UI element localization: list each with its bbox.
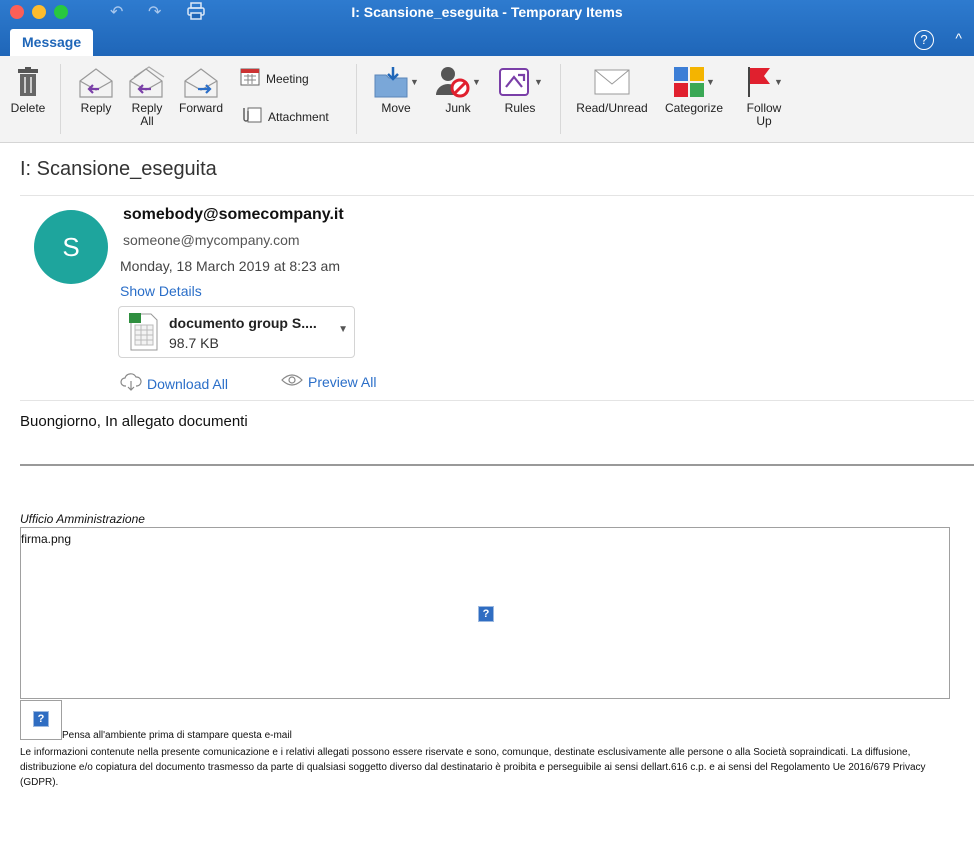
trash-icon <box>6 62 50 102</box>
preview-all-link[interactable]: Preview All <box>281 373 376 390</box>
collapse-ribbon-button[interactable]: ^ <box>955 30 962 46</box>
window-title: I: Scansione_eseguita - Temporary Items <box>351 4 623 20</box>
delete-label: Delete <box>10 101 46 115</box>
ribbon-separator <box>560 64 561 134</box>
attachment-name: documento group S.... <box>169 315 317 331</box>
cloud-download-icon <box>120 373 142 394</box>
delete-button[interactable]: Delete <box>6 62 50 115</box>
ribbon-separator <box>60 64 61 134</box>
download-all-link[interactable]: Download All <box>120 373 228 394</box>
envelope-icon <box>570 62 654 102</box>
move-label: Move <box>381 101 411 115</box>
categorize-button[interactable]: ▼ Categorize <box>658 62 730 115</box>
reply-button[interactable]: Reply <box>74 62 118 115</box>
broken-image-frame-small: ? <box>20 700 62 740</box>
environment-note: Pensa all'ambiente prima di stampare que… <box>62 730 292 741</box>
image-alt-text: firma.png <box>21 532 72 546</box>
flag-icon: ▼ <box>738 62 790 102</box>
message-date: Monday, 18 March 2019 at 8:23 am <box>120 258 340 274</box>
missing-image-icon: ? <box>478 606 494 622</box>
forward-icon <box>174 62 228 102</box>
ribbon-toolbar: Delete Reply Reply All Forward Meeting A… <box>0 56 974 143</box>
title-bar: ↶ ↷ I: Scansione_eseguita - Temporary It… <box>0 0 974 56</box>
attachment-button[interactable]: Attachment <box>240 106 329 127</box>
categorize-label: Categorize <box>664 101 724 115</box>
preview-all-label: Preview All <box>308 373 377 390</box>
reply-all-button[interactable]: Reply All <box>124 62 170 128</box>
broken-image-frame: firma.png ? <box>20 527 950 699</box>
recipient-address[interactable]: someone@mycompany.com <box>123 232 300 248</box>
rules-label: Rules <box>504 101 536 115</box>
sender-address[interactable]: somebody@somecompany.it <box>123 206 344 224</box>
signature-office: Ufficio Amministrazione <box>20 512 145 526</box>
junk-button[interactable]: ▼ Junk <box>432 62 484 115</box>
rules-icon: ▼ <box>494 62 546 102</box>
attachments-divider <box>20 400 974 401</box>
missing-image-icon: ? <box>33 711 49 727</box>
spreadsheet-file-icon <box>129 313 159 356</box>
message-body: Buongiorno, In allegato documenti <box>20 413 248 430</box>
meeting-button[interactable]: Meeting <box>240 68 309 89</box>
reply-icon <box>74 62 118 102</box>
categorize-icon: ▼ <box>658 62 730 102</box>
attachment-card[interactable]: documento group S.... 98.7 KB ▼ <box>118 306 355 358</box>
calendar-icon <box>240 68 260 89</box>
legal-disclaimer: Le informazioni contenute nella presente… <box>20 747 926 788</box>
reply-label: Reply <box>80 101 112 115</box>
attachment-size: 98.7 KB <box>169 335 219 351</box>
junk-label: Junk <box>445 101 471 115</box>
forward-label: Forward <box>178 101 223 115</box>
help-button[interactable]: ? <box>914 30 934 50</box>
header-divider <box>20 195 974 196</box>
ribbon-separator <box>356 64 357 134</box>
body-separator <box>20 464 974 466</box>
follow-up-button[interactable]: ▼ Follow Up <box>738 62 790 128</box>
follow-up-label-2: Up <box>756 114 772 128</box>
show-details-link[interactable]: Show Details <box>120 283 202 299</box>
reply-all-label-2: All <box>140 114 154 128</box>
junk-icon: ▼ <box>432 62 484 102</box>
download-all-label: Download All <box>147 375 228 392</box>
rules-button[interactable]: ▼ Rules <box>494 62 546 115</box>
message-subject: I: Scansione_eseguita <box>20 158 217 180</box>
attachment-label: Attachment <box>268 109 329 124</box>
read-unread-label: Read/Unread <box>576 101 648 115</box>
reply-all-icon <box>124 62 170 102</box>
read-unread-button[interactable]: Read/Unread <box>570 62 654 115</box>
tab-message[interactable]: Message <box>10 29 94 56</box>
chevron-down-icon[interactable]: ▼ <box>338 324 348 335</box>
move-folder-icon: ▼ <box>370 62 422 102</box>
forward-button[interactable]: Forward <box>174 62 228 115</box>
sender-avatar[interactable]: S <box>34 210 108 284</box>
eye-icon <box>281 373 303 390</box>
meeting-label: Meeting <box>266 71 309 86</box>
paperclip-icon <box>240 106 262 127</box>
move-button[interactable]: ▼ Move <box>370 62 422 115</box>
